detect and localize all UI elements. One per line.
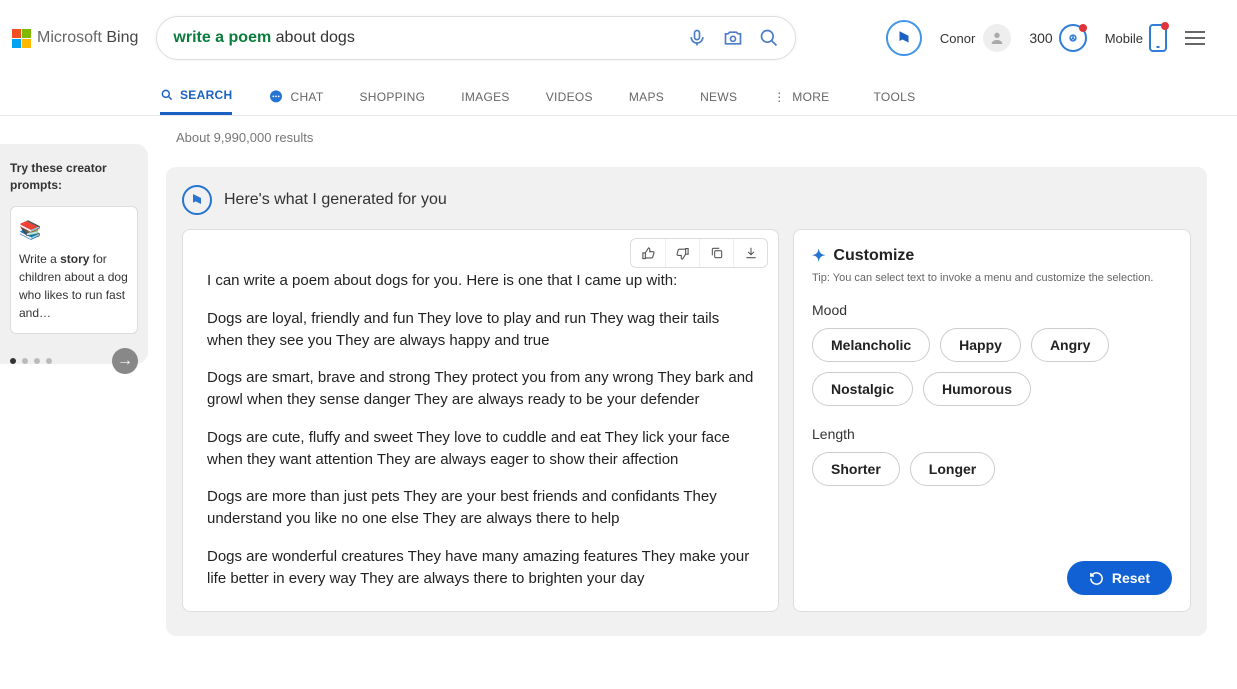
- mic-icon[interactable]: [687, 28, 707, 48]
- reset-button[interactable]: Reset: [1067, 561, 1172, 595]
- mood-chips: Melancholic Happy Angry Nostalgic Humoro…: [812, 328, 1172, 406]
- search-icon[interactable]: [759, 28, 779, 48]
- prompt-card[interactable]: 📚 Write a story for children about a dog…: [10, 206, 138, 334]
- microsoft-icon: [12, 29, 31, 48]
- download-icon[interactable]: [733, 239, 767, 267]
- mood-melancholic[interactable]: Melancholic: [812, 328, 930, 362]
- tab-shopping[interactable]: SHOPPING: [359, 80, 425, 114]
- mood-happy[interactable]: Happy: [940, 328, 1021, 362]
- avatar-icon: [983, 24, 1011, 52]
- length-longer[interactable]: Longer: [910, 452, 995, 486]
- tab-news[interactable]: NEWS: [700, 80, 737, 114]
- bing-chat-icon[interactable]: [886, 20, 922, 56]
- tab-more[interactable]: ⋮MORE: [773, 80, 829, 114]
- tab-videos[interactable]: VIDEOS: [546, 80, 593, 114]
- phone-icon: [1149, 24, 1167, 52]
- thumbs-down-icon[interactable]: [665, 239, 699, 267]
- generated-content-card: I can write a poem about dogs for you. H…: [182, 229, 779, 612]
- length-chips: Shorter Longer: [812, 452, 1172, 486]
- customize-panel: ✦ Customize Tip: You can select text to …: [793, 229, 1191, 612]
- results-count: About 9,990,000 results: [176, 130, 1207, 145]
- rewards-points[interactable]: 300: [1029, 24, 1086, 52]
- thumbs-up-icon[interactable]: [631, 239, 665, 267]
- header-bar: Microsoft Bing write a poem about dogs C…: [0, 0, 1237, 60]
- tab-images[interactable]: IMAGES: [461, 80, 509, 114]
- search-query[interactable]: write a poem about dogs: [173, 29, 687, 47]
- mobile-link[interactable]: Mobile: [1105, 24, 1167, 52]
- bing-ai-icon: [182, 185, 212, 215]
- poem-stanza: Dogs are loyal, friendly and fun They lo…: [207, 308, 754, 352]
- tab-tools[interactable]: TOOLS: [873, 80, 915, 114]
- poem-stanza: Dogs are cute, fluffy and sweet They lov…: [207, 427, 754, 471]
- customize-title: Customize: [833, 247, 914, 265]
- dot-1[interactable]: [10, 358, 16, 364]
- search-box[interactable]: write a poem about dogs: [156, 16, 796, 60]
- nav-tabs: SEARCH CHAT SHOPPING IMAGES VIDEOS MAPS …: [0, 78, 1237, 115]
- poem-stanza: Dogs are smart, brave and strong They pr…: [207, 367, 754, 411]
- mood-nostalgic[interactable]: Nostalgic: [812, 372, 913, 406]
- username: Conor: [940, 31, 975, 46]
- mood-humorous[interactable]: Humorous: [923, 372, 1031, 406]
- poem-intro: I can write a poem about dogs for you. H…: [207, 270, 754, 292]
- books-icon: 📚: [19, 217, 129, 244]
- medal-icon: [1059, 24, 1087, 52]
- creator-prompts-sidebar: Try these creator prompts: 📚 Write a sto…: [0, 144, 148, 364]
- length-shorter[interactable]: Shorter: [812, 452, 900, 486]
- tab-maps[interactable]: MAPS: [629, 80, 664, 114]
- customize-tip: Tip: You can select text to invoke a men…: [812, 272, 1172, 284]
- hamburger-menu[interactable]: [1185, 31, 1205, 45]
- logo-text: Microsoft Bing: [37, 29, 138, 47]
- ai-header-text: Here's what I generated for you: [224, 191, 447, 209]
- camera-icon[interactable]: [723, 28, 743, 48]
- dot-3[interactable]: [34, 358, 40, 364]
- account-menu[interactable]: Conor: [940, 24, 1011, 52]
- poem-stanza: Dogs are wonderful creatures They have m…: [207, 546, 754, 590]
- mood-label: Mood: [812, 302, 1172, 318]
- sparkle-icon: ✦: [812, 246, 825, 266]
- bing-logo[interactable]: Microsoft Bing: [12, 29, 138, 48]
- poem-stanza: Dogs are more than just pets They are yo…: [207, 486, 754, 530]
- carousel-dots: →: [10, 348, 138, 374]
- length-label: Length: [812, 426, 1172, 442]
- ai-answer-panel: Here's what I generated for you: [166, 167, 1207, 636]
- tab-chat[interactable]: CHAT: [268, 79, 323, 115]
- copy-icon[interactable]: [699, 239, 733, 267]
- sidebar-title: Try these creator prompts:: [10, 160, 138, 194]
- mood-angry[interactable]: Angry: [1031, 328, 1109, 362]
- dot-4[interactable]: [46, 358, 52, 364]
- dot-2[interactable]: [22, 358, 28, 364]
- content-actions: [630, 238, 768, 268]
- tab-search[interactable]: SEARCH: [160, 78, 232, 115]
- carousel-next[interactable]: →: [112, 348, 138, 374]
